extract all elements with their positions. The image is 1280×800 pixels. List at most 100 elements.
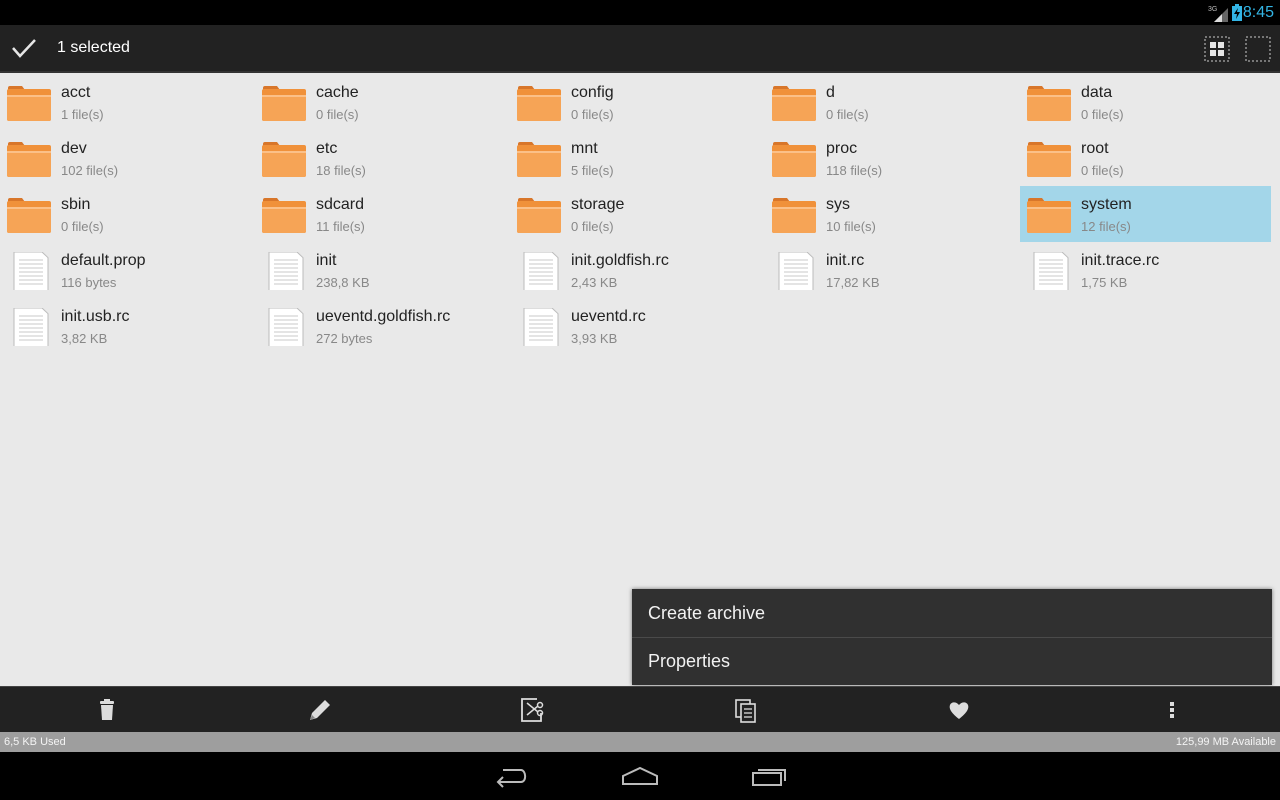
rename-pencil-icon[interactable] [306,696,334,724]
folder-item-d[interactable]: d 0 file(s) [765,74,1020,130]
item-name: root [1081,140,1109,157]
item-name: acct [61,84,91,101]
file-item-init[interactable]: init 238,8 KB [255,242,510,298]
file-icon [268,308,304,346]
file-grid: acct 1 file(s) cache 0 file(s) config 0 file(… [0,74,1280,354]
item-info: 0 file(s) [61,219,104,234]
folder-icon [7,198,51,233]
folder-item-config[interactable]: config 0 file(s) [510,74,765,130]
item-info: 102 file(s) [61,163,119,178]
item-name: etc [316,140,338,157]
folder-icon [772,142,816,177]
file-item-ueventd-rc[interactable]: ueventd.rc 3,93 KB [510,298,765,354]
folder-icon [262,198,306,233]
file-icon [1033,252,1069,290]
file-item-ueventd-goldfish-rc[interactable]: ueventd.goldfish.rc 272 bytes [255,298,510,354]
folder-item-data[interactable]: data 0 file(s) [1020,74,1275,130]
item-name: storage [571,196,625,213]
folder-icon [1027,86,1071,121]
network-type-label: 3G [1208,6,1217,13]
item-name: init [316,252,337,269]
item-name: init.goldfish.rc [571,252,669,269]
file-item-init-goldfish-rc[interactable]: init.goldfish.rc 2,43 KB [510,242,765,298]
battery-icon [1232,4,1242,21]
file-icon [778,252,814,290]
item-info: 238,8 KB [316,275,370,290]
item-info: 0 file(s) [826,107,869,122]
favorite-heart-icon[interactable] [945,696,973,724]
item-name: d [826,84,835,101]
create-archive-menu-item[interactable]: Create archive [632,589,1272,637]
folder-item-sbin[interactable]: sbin 0 file(s) [0,186,255,242]
folder-item-proc[interactable]: proc 118 file(s) [765,130,1020,186]
clock: 8:45 [1242,4,1274,21]
folder-icon [517,86,561,121]
item-name: ueventd.rc [571,308,646,325]
folder-icon [772,198,816,233]
folder-item-system[interactable]: system 12 file(s) [1020,186,1271,242]
check-icon[interactable] [10,36,38,60]
home-icon[interactable] [620,764,660,790]
action-bar: 1 selected [0,25,1280,73]
folder-item-dev[interactable]: dev 102 file(s) [0,130,255,186]
folder-item-etc[interactable]: etc 18 file(s) [255,130,510,186]
delete-icon[interactable] [93,696,121,724]
item-info: 0 file(s) [316,107,359,122]
folder-item-cache[interactable]: cache 0 file(s) [255,74,510,130]
item-info: 1 file(s) [61,107,104,122]
copy-icon[interactable] [732,696,760,724]
back-icon[interactable] [494,764,530,790]
cut-icon[interactable] [519,696,547,724]
status-bar: 3G 8:45 [0,0,1280,25]
storage-bar: 6,5 KB Used 125,99 MB Available [0,732,1280,752]
item-info: 18 file(s) [316,163,366,178]
folder-icon [262,142,306,177]
item-name: mnt [571,140,598,157]
signal-icon: 3G [1208,6,1228,22]
item-name: data [1081,84,1113,101]
file-item-init-rc[interactable]: init.rc 17,82 KB [765,242,1020,298]
item-name: cache [316,84,359,101]
item-info: 3,93 KB [571,331,618,346]
item-name: sbin [61,196,91,213]
item-name: default.prop [61,252,146,269]
item-info: 272 bytes [316,331,373,346]
storage-available-label: 125,99 MB Available [1175,736,1276,748]
item-name: dev [61,140,87,157]
item-info: 0 file(s) [1081,163,1124,178]
file-item-init-usb-rc[interactable]: init.usb.rc 3,82 KB [0,298,255,354]
select-all-icon[interactable] [1245,36,1271,62]
file-item-default-prop[interactable]: default.prop 116 bytes [0,242,255,298]
folder-item-sdcard[interactable]: sdcard 11 file(s) [255,186,510,242]
item-name: system [1081,196,1132,213]
folder-icon [7,142,51,177]
item-info: 17,82 KB [826,275,880,290]
storage-used-label: 6,5 KB Used [4,736,66,748]
file-icon [523,252,559,290]
folder-item-mnt[interactable]: mnt 5 file(s) [510,130,765,186]
item-info: 118 file(s) [826,163,883,178]
item-info: 11 file(s) [316,219,365,234]
file-icon [268,252,304,290]
bottom-toolbar [0,686,1280,733]
file-icon [13,252,49,290]
item-info: 1,75 KB [1081,275,1128,290]
item-info: 2,43 KB [571,275,618,290]
folder-icon [772,86,816,121]
folder-icon [1027,198,1071,233]
folder-item-acct[interactable]: acct 1 file(s) [0,74,255,130]
item-name: init.rc [826,252,865,269]
navigation-bar [0,752,1280,800]
file-item-init-trace-rc[interactable]: init.trace.rc 1,75 KB [1020,242,1275,298]
folder-item-root[interactable]: root 0 file(s) [1020,130,1275,186]
overflow-menu-icon[interactable] [1158,696,1186,724]
properties-menu-item[interactable]: Properties [632,637,1272,685]
recents-icon[interactable] [750,764,788,790]
item-info: 0 file(s) [571,107,614,122]
folder-item-storage[interactable]: storage 0 file(s) [510,186,765,242]
folder-icon [7,86,51,121]
item-name: sdcard [316,196,365,213]
folder-icon [517,198,561,233]
grid-view-icon[interactable] [1204,36,1230,62]
folder-item-sys[interactable]: sys 10 file(s) [765,186,1020,242]
